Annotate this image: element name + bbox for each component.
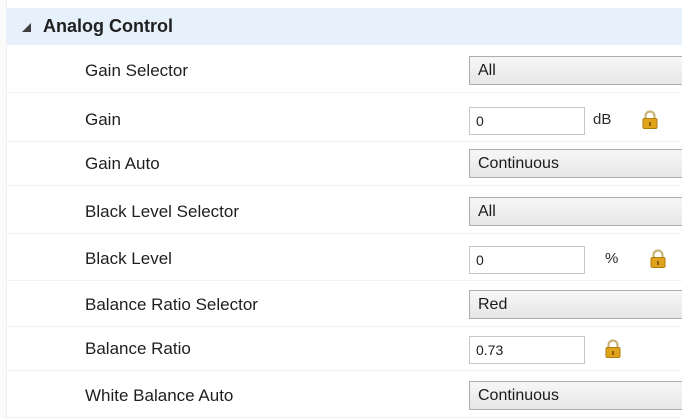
property-row-black-level-selector: Black Level Selector All xyxy=(7,191,682,234)
property-label: Black Level Selector xyxy=(85,202,240,221)
black-level-selector-combobox[interactable]: All xyxy=(469,197,682,226)
property-row-black-level: Black Level % xyxy=(7,238,682,281)
property-row-white-balance-auto: White Balance Auto Continuous xyxy=(7,375,682,418)
category-header-analog-control[interactable]: Analog Control xyxy=(7,8,682,45)
property-row-balance-ratio: Balance Ratio xyxy=(7,328,682,371)
property-row-gain-auto: Gain Auto Continuous xyxy=(7,143,682,186)
property-label: Gain xyxy=(85,110,121,129)
property-label: Balance Ratio Selector xyxy=(85,295,258,314)
gain-selector-combobox[interactable]: All xyxy=(469,56,682,85)
black-level-input[interactable] xyxy=(470,247,584,273)
property-label: Gain Auto xyxy=(85,154,160,173)
property-label: Gain Selector xyxy=(85,61,188,80)
combobox-value: All xyxy=(478,203,496,220)
combobox-value: Continuous xyxy=(478,387,559,404)
property-label: White Balance Auto xyxy=(85,386,234,405)
black-level-textbox[interactable] xyxy=(469,246,585,274)
combobox-value: Continuous xyxy=(478,155,559,172)
gain-textbox[interactable] xyxy=(469,107,585,135)
collapse-arrow-icon[interactable] xyxy=(19,20,33,34)
gain-auto-combobox[interactable]: Continuous xyxy=(469,149,682,178)
balance-ratio-selector-combobox[interactable]: Red xyxy=(469,290,682,319)
combobox-value: All xyxy=(478,62,496,79)
balance-ratio-input[interactable] xyxy=(470,337,584,363)
property-label: Black Level xyxy=(85,249,172,268)
panel-edge xyxy=(0,0,7,419)
property-row-gain: Gain dB xyxy=(7,99,682,142)
category-title: Analog Control xyxy=(43,16,173,36)
white-balance-auto-combobox[interactable]: Continuous xyxy=(469,381,682,410)
property-row-gain-selector: Gain Selector All xyxy=(7,50,682,93)
lock-icon xyxy=(650,249,666,268)
lock-icon xyxy=(605,339,621,358)
property-label: Balance Ratio xyxy=(85,339,191,358)
lock-icon xyxy=(642,110,658,129)
property-row-balance-ratio-selector: Balance Ratio Selector Red xyxy=(7,284,682,327)
gain-input[interactable] xyxy=(470,108,584,134)
combobox-value: Red xyxy=(478,296,508,313)
balance-ratio-textbox[interactable] xyxy=(469,336,585,364)
black-level-unit: % xyxy=(605,250,619,267)
gain-unit: dB xyxy=(593,111,612,128)
